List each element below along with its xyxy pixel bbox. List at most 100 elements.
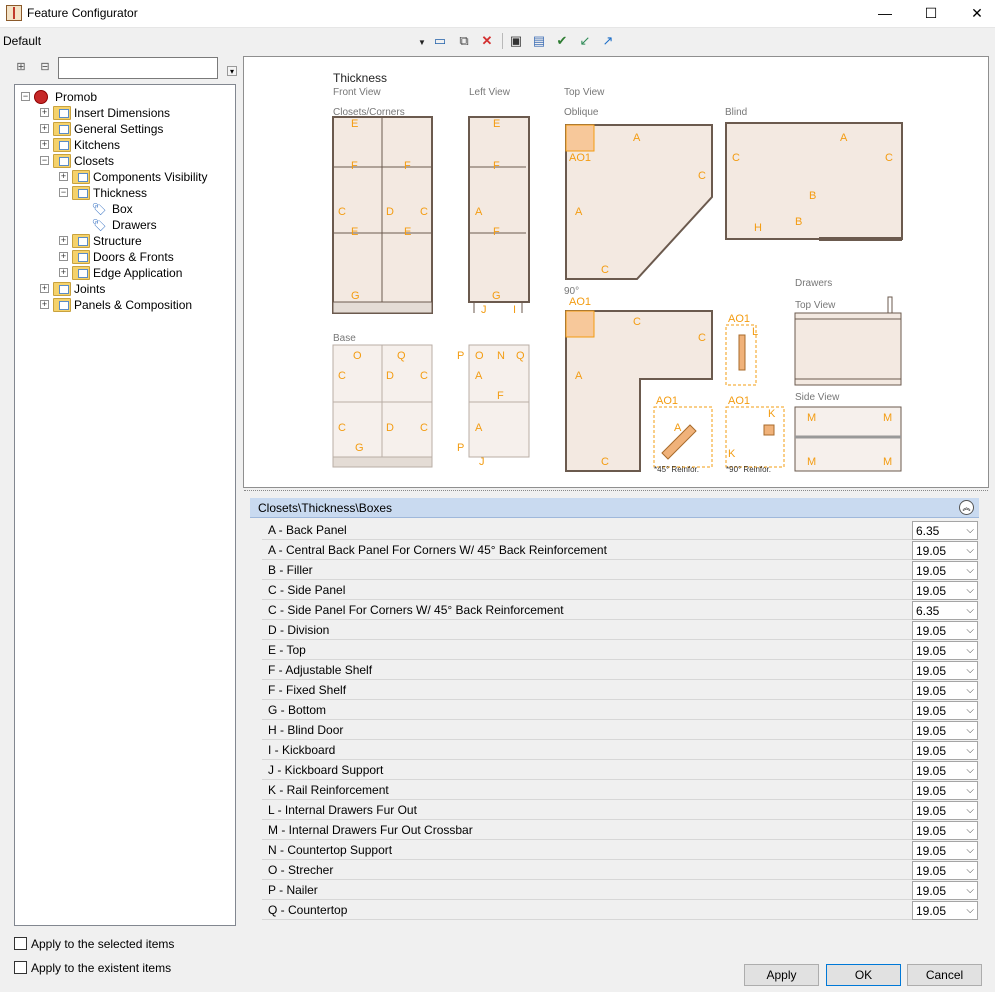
chevron-down-icon[interactable]: ⌵ (966, 545, 974, 556)
chevron-down-icon[interactable]: ⌵ (966, 665, 974, 676)
tree-item[interactable]: 🏷 Drawers (15, 217, 235, 233)
property-row[interactable]: J - Kickboard Support 19.05 ⌵ (262, 760, 978, 780)
expand-all-icon[interactable]: ⊞ (14, 60, 28, 74)
property-value-dropdown[interactable]: 19.05 ⌵ (912, 681, 978, 700)
tree-item[interactable]: + General Settings (15, 121, 235, 137)
tree-item[interactable]: − Closets (15, 153, 235, 169)
property-row[interactable]: K - Rail Reinforcement 19.05 ⌵ (262, 780, 978, 800)
property-value-dropdown[interactable]: 19.05 ⌵ (912, 661, 978, 680)
chevron-down-icon[interactable]: ⌵ (966, 805, 974, 816)
collapse-node-icon[interactable]: − (59, 188, 68, 197)
apply-selected-checkbox[interactable]: Apply to the selected items (14, 935, 314, 953)
tree-view[interactable]: − Promob + Insert Dimensions + General Settin… (14, 84, 236, 926)
preset-dropdown-icon[interactable]: ▼ (418, 38, 426, 47)
expand-icon[interactable]: + (40, 300, 49, 309)
property-row[interactable]: H - Blind Door 19.05 ⌵ (262, 720, 978, 740)
chevron-down-icon[interactable]: ⌵ (966, 725, 974, 736)
expand-icon[interactable]: + (59, 236, 68, 245)
property-row[interactable]: E - Top 19.05 ⌵ (262, 640, 978, 660)
chevron-down-icon[interactable]: ⌵ (966, 745, 974, 756)
tree-item[interactable]: 🏷 Box (15, 201, 235, 217)
chevron-down-icon[interactable]: ⌵ (966, 845, 974, 856)
collapse-node-icon[interactable]: − (40, 156, 49, 165)
property-row[interactable]: B - Filler 19.05 ⌵ (262, 560, 978, 580)
expand-icon[interactable]: + (59, 172, 68, 181)
expand-icon[interactable]: + (40, 284, 49, 293)
property-value-dropdown[interactable]: 19.05 ⌵ (912, 901, 978, 920)
chevron-down-icon[interactable]: ⌵ (966, 625, 974, 636)
property-row[interactable]: O - Strecher 19.05 ⌵ (262, 860, 978, 880)
chevron-down-icon[interactable]: ⌵ (966, 785, 974, 796)
property-value-dropdown[interactable]: 19.05 ⌵ (912, 541, 978, 560)
chevron-down-icon[interactable]: ⌵ (966, 865, 974, 876)
chevron-down-icon[interactable]: ⌵ (966, 705, 974, 716)
ok-button[interactable]: OK (826, 964, 901, 986)
chevron-down-icon[interactable]: ⌵ (966, 605, 974, 616)
rename-icon[interactable]: ▭ (432, 33, 448, 49)
expand-icon[interactable]: + (59, 268, 68, 277)
property-row[interactable]: F - Fixed Shelf 19.05 ⌵ (262, 680, 978, 700)
property-row[interactable]: N - Countertop Support 19.05 ⌵ (262, 840, 978, 860)
property-value-dropdown[interactable]: 19.05 ⌵ (912, 841, 978, 860)
chevron-down-icon[interactable]: ⌵ (966, 765, 974, 776)
close-button[interactable]: ✕ (954, 0, 995, 28)
property-value-dropdown[interactable]: 19.05 ⌵ (912, 801, 978, 820)
tree-item[interactable]: + Insert Dimensions (15, 105, 235, 121)
checkbox-box[interactable] (14, 937, 27, 950)
property-row[interactable]: L - Internal Drawers Fur Out 19.05 ⌵ (262, 800, 978, 820)
chevron-down-icon[interactable]: ⌵ (966, 585, 974, 596)
expand-icon[interactable]: + (59, 252, 68, 261)
chevron-down-icon[interactable]: ⌵ (966, 905, 974, 916)
property-row[interactable]: A - Back Panel 6.35 ⌵ (262, 520, 978, 540)
tree-item[interactable]: + Panels & Composition (15, 297, 235, 313)
save-icon[interactable]: ▣ (508, 33, 524, 49)
tree-search-dropdown-icon[interactable]: ▾ (227, 66, 237, 76)
tree-item[interactable]: + Edge Application (15, 265, 235, 281)
property-row[interactable]: A - Central Back Panel For Corners W/ 45… (262, 540, 978, 560)
property-row[interactable]: C - Side Panel For Corners W/ 45° Back R… (262, 600, 978, 620)
property-value-dropdown[interactable]: 19.05 ⌵ (912, 561, 978, 580)
property-value-dropdown[interactable]: 19.05 ⌵ (912, 881, 978, 900)
property-group-header[interactable]: Closets\Thickness\Boxes ︽ (250, 498, 979, 518)
checkbox-box[interactable] (14, 961, 27, 974)
tree-item[interactable]: + Components Visibility (15, 169, 235, 185)
property-value-dropdown[interactable]: 19.05 ⌵ (912, 781, 978, 800)
property-row[interactable]: G - Bottom 19.05 ⌵ (262, 700, 978, 720)
chevron-down-icon[interactable]: ⌵ (966, 645, 974, 656)
collapse-icon[interactable]: ︽ (959, 500, 974, 515)
apply-settings-icon[interactable]: ✔ (554, 33, 570, 49)
property-row[interactable]: C - Side Panel 19.05 ⌵ (262, 580, 978, 600)
property-value-dropdown[interactable]: 6.35 ⌵ (912, 521, 978, 540)
property-value-dropdown[interactable]: 19.05 ⌵ (912, 621, 978, 640)
chevron-down-icon[interactable]: ⌵ (966, 525, 974, 536)
minimize-button[interactable]: — (862, 0, 908, 28)
property-value-dropdown[interactable]: 19.05 ⌵ (912, 581, 978, 600)
tree-item[interactable]: + Structure (15, 233, 235, 249)
property-value-dropdown[interactable]: 19.05 ⌵ (912, 721, 978, 740)
tree-item[interactable]: − Promob (15, 89, 235, 105)
property-value-dropdown[interactable]: 19.05 ⌵ (912, 641, 978, 660)
cancel-button[interactable]: Cancel (907, 964, 982, 986)
chevron-down-icon[interactable]: ⌵ (966, 885, 974, 896)
property-row[interactable]: M - Internal Drawers Fur Out Crossbar 19.… (262, 820, 978, 840)
property-row[interactable]: P - Nailer 19.05 ⌵ (262, 880, 978, 900)
chevron-down-icon[interactable]: ⌵ (966, 825, 974, 836)
property-value-dropdown[interactable]: 19.05 ⌵ (912, 861, 978, 880)
export-icon[interactable]: ↗ (600, 33, 616, 49)
apply-existent-checkbox[interactable]: Apply to the existent items (14, 959, 314, 977)
maximize-button[interactable]: ☐ (908, 0, 954, 28)
apply-button[interactable]: Apply (744, 964, 819, 986)
chevron-down-icon[interactable]: ⌵ (966, 565, 974, 576)
property-value-dropdown[interactable]: 6.35 ⌵ (912, 601, 978, 620)
tree-item[interactable]: + Kitchens (15, 137, 235, 153)
property-row[interactable]: I - Kickboard 19.05 ⌵ (262, 740, 978, 760)
property-value-dropdown[interactable]: 19.05 ⌵ (912, 701, 978, 720)
save-all-icon[interactable]: ▤ (531, 33, 547, 49)
property-value-dropdown[interactable]: 19.05 ⌵ (912, 761, 978, 780)
collapse-node-icon[interactable]: − (21, 92, 30, 101)
expand-icon[interactable]: + (40, 124, 49, 133)
chevron-down-icon[interactable]: ⌵ (966, 685, 974, 696)
copy-preset-icon[interactable]: ⧉ (456, 33, 472, 49)
property-value-dropdown[interactable]: 19.05 ⌵ (912, 821, 978, 840)
delete-icon[interactable]: ✕ (479, 33, 495, 49)
